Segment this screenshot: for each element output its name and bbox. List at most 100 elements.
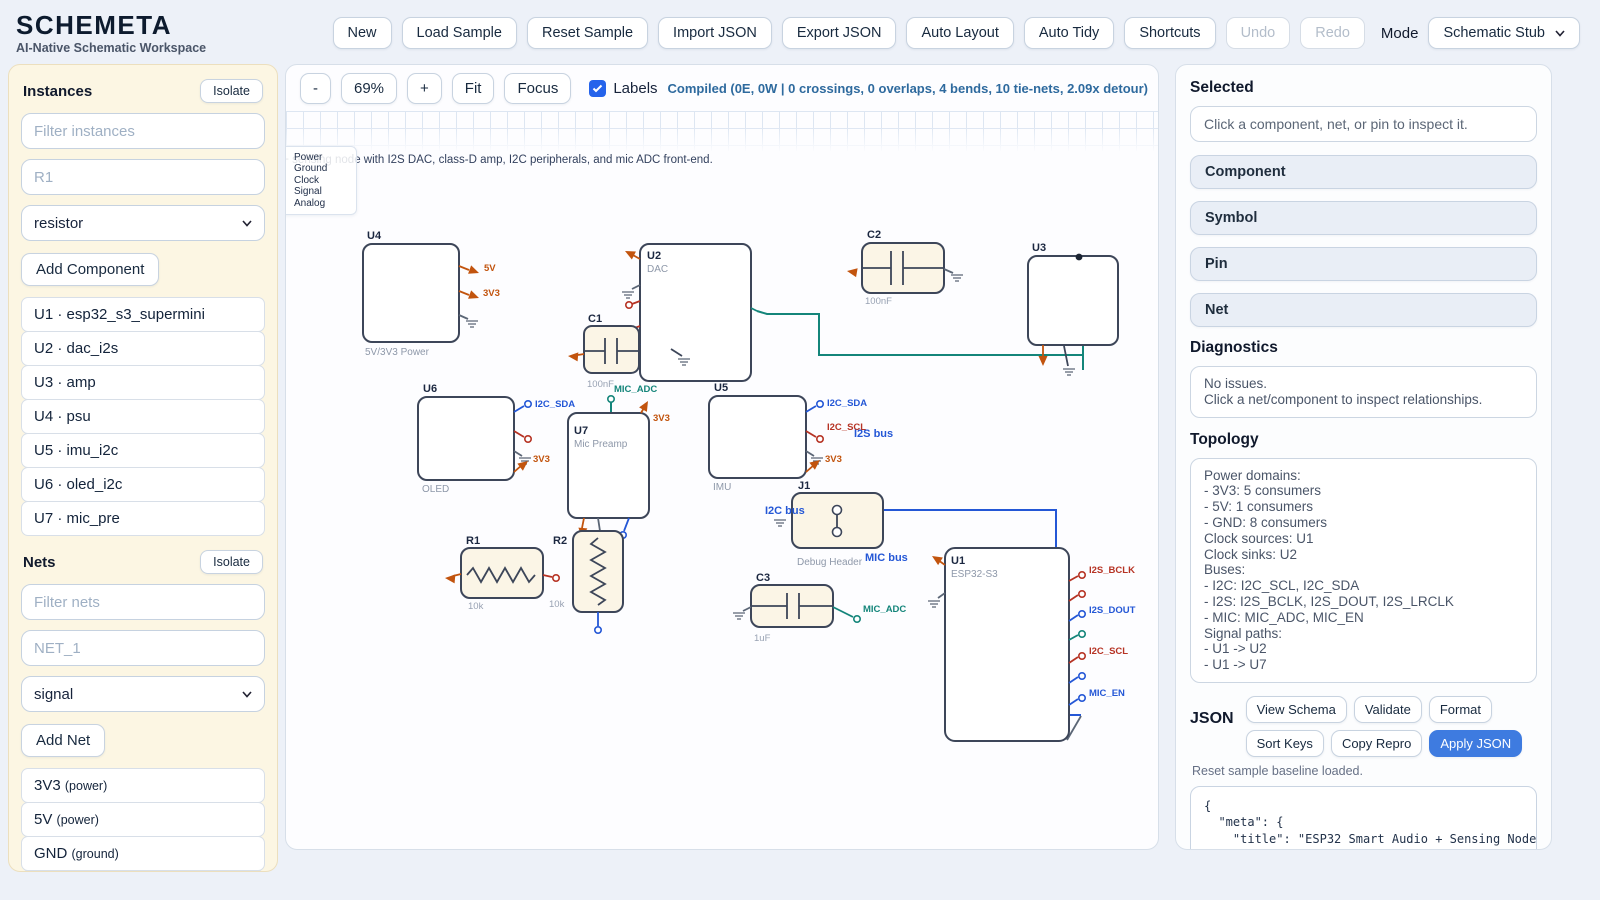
redo-button[interactable]: Redo (1300, 17, 1365, 49)
auto-layout-button[interactable]: Auto Layout (906, 17, 1013, 49)
sort-keys-button[interactable]: Sort Keys (1246, 730, 1324, 757)
zoom-in-button[interactable]: + (407, 73, 442, 104)
accordion-component[interactable]: Component (1190, 155, 1537, 189)
sidebar-right: Selected Click a component, net, or pin … (1175, 64, 1552, 850)
shortcuts-button[interactable]: Shortcuts (1124, 17, 1215, 49)
component-ref-input[interactable] (21, 159, 265, 195)
component-u5[interactable]: U5 IMU I2C_SDA I2C_SCL 3V3 (709, 382, 867, 493)
instance-row-u4[interactable]: U4 · psu (21, 399, 265, 434)
svg-text:U1: U1 (951, 555, 965, 567)
focus-button[interactable]: Focus (504, 73, 571, 104)
component-c3[interactable]: C3 MIC_ADC 1uF (733, 572, 906, 644)
labels-checkbox[interactable] (589, 80, 606, 97)
view-schema-button[interactable]: View Schema (1246, 696, 1347, 723)
accordion-net[interactable]: Net (1190, 293, 1537, 327)
import-json-button[interactable]: Import JSON (658, 17, 772, 49)
zoom-level-button[interactable]: 69% (341, 73, 397, 104)
svg-text:DAC: DAC (647, 264, 668, 275)
net-label-3v3[interactable]: 3V3 (483, 288, 500, 299)
add-component-button[interactable]: Add Component (21, 253, 159, 286)
nets-isolate-button[interactable]: Isolate (200, 550, 263, 574)
nets-filter-input[interactable] (21, 584, 265, 620)
instance-row-u7[interactable]: U7 · mic_pre (21, 501, 265, 536)
bus-label-i2c[interactable]: I2C bus (765, 505, 805, 517)
net-label-mic-en[interactable]: MIC_EN (1089, 688, 1125, 699)
svg-text:5V/3V3 Power: 5V/3V3 Power (365, 347, 430, 358)
undo-button[interactable]: Undo (1226, 17, 1291, 49)
export-json-button[interactable]: Export JSON (782, 17, 897, 49)
svg-text:R1: R1 (466, 535, 480, 547)
net-label-i2s-dout[interactable]: I2S_DOUT (1089, 605, 1136, 616)
compile-status: Compiled (0E, 0W | 0 crossings, 0 overla… (668, 81, 1148, 96)
json-title: JSON (1190, 710, 1234, 728)
component-type-select[interactable]: resistor (21, 205, 265, 241)
instance-row-u1[interactable]: U1 · esp32_s3_supermini (21, 297, 265, 332)
bus-label-i2s[interactable]: I2S bus (854, 428, 893, 440)
json-editor[interactable]: { "meta": { "title": "ESP32 Smart Audio … (1190, 786, 1537, 850)
legend-analog: Analog (294, 198, 350, 209)
net-name-input[interactable] (21, 630, 265, 666)
net-label-i2c-sda[interactable]: I2C_SDA (535, 399, 575, 410)
validate-button[interactable]: Validate (1354, 696, 1422, 723)
add-net-button[interactable]: Add Net (21, 724, 105, 757)
component-u6[interactable]: U6 OLED I2C_SDA 3V3 (418, 383, 575, 495)
component-u1[interactable]: U1 ESP32-S3 I2S_BCLK I2S_DOUT I2C_SCL (928, 548, 1136, 741)
net-label-3v3[interactable]: 3V3 (533, 454, 550, 465)
ground-icon (1063, 369, 1075, 375)
svg-text:U2: U2 (647, 250, 661, 262)
auto-tidy-button[interactable]: Auto Tidy (1024, 17, 1114, 49)
instances-filter-input[interactable] (21, 113, 265, 149)
legend-signal: Signal (294, 186, 350, 197)
instance-row-u2[interactable]: U2 · dac_i2s (21, 331, 265, 366)
instance-row-u5[interactable]: U5 · imu_i2c (21, 433, 265, 468)
reset-sample-button[interactable]: Reset Sample (527, 17, 648, 49)
svg-text:OLED: OLED (422, 484, 449, 495)
component-type-value: resistor (34, 215, 83, 232)
ground-icon (951, 275, 963, 281)
component-u7[interactable]: U7 Mic Preamp 3V3 (568, 399, 670, 540)
instance-row-u3[interactable]: U3 · amp (21, 365, 265, 400)
format-button[interactable]: Format (1429, 696, 1492, 723)
accordion-symbol[interactable]: Symbol (1190, 201, 1537, 235)
net-row-5v[interactable]: 5V (power) (21, 802, 265, 837)
ground-icon (928, 601, 940, 607)
app-subtitle: AI-Native Schematic Workspace (16, 41, 206, 55)
apply-json-button[interactable]: Apply JSON (1429, 730, 1522, 757)
load-sample-button[interactable]: Load Sample (402, 17, 517, 49)
net-label-i2c-sda[interactable]: I2C_SDA (827, 398, 867, 409)
net-label-5v[interactable]: 5V (484, 263, 496, 274)
svg-text:1uF: 1uF (754, 633, 771, 644)
net-label-3v3[interactable]: 3V3 (825, 454, 842, 465)
new-button[interactable]: New (333, 17, 392, 49)
net-row-gnd[interactable]: GND (ground) (21, 836, 265, 871)
net-type-select[interactable]: signal (21, 676, 265, 712)
svg-text:100nF: 100nF (865, 296, 892, 307)
component-u4[interactable]: U4 5V/3V3 Power 5V 3V3 (363, 230, 500, 358)
chevron-down-icon (1555, 30, 1565, 37)
mode-select[interactable]: Schematic Stub (1428, 17, 1580, 49)
pin-mic-adc[interactable] (608, 396, 614, 402)
accordion-pin[interactable]: Pin (1190, 247, 1537, 281)
component-r2[interactable]: R2 10k (549, 531, 623, 633)
net-label-i2s-bclk[interactable]: I2S_BCLK (1089, 565, 1135, 576)
instance-row-u6[interactable]: U6 · oled_i2c (21, 467, 265, 502)
schematic-canvas[interactable]: ESP32 smart audio + sensing node with I2… (285, 64, 1159, 850)
labels-toggle[interactable]: Labels (589, 80, 657, 97)
component-r1[interactable]: R1 10k (445, 535, 560, 612)
zoom-out-button[interactable]: - (300, 73, 331, 104)
net-label-mic-adc[interactable]: MIC_ADC (614, 384, 657, 395)
net-row-i2s-bclk[interactable]: I2S_BCLK (clock) (21, 870, 265, 872)
copy-repro-button[interactable]: Copy Repro (1331, 730, 1422, 757)
bus-label-mic[interactable]: MIC bus (865, 552, 908, 564)
net-label-i2c-scl[interactable]: I2C_SCL (1089, 646, 1128, 657)
fit-button[interactable]: Fit (452, 73, 495, 104)
component-c2[interactable]: C2 100nF (846, 229, 963, 307)
instances-isolate-button[interactable]: Isolate (200, 79, 263, 103)
json-code[interactable]: { "meta": { "title": "ESP32 Smart Audio … (1204, 798, 1523, 850)
net-row-3v3[interactable]: 3V3 (power) (21, 768, 265, 803)
component-u2[interactable]: U2 DAC (622, 244, 757, 381)
app-header: SCHEMETA AI-Native Schematic Workspace N… (0, 0, 1600, 64)
net-label-3v3[interactable]: 3V3 (653, 413, 670, 424)
svg-text:Mic Preamp: Mic Preamp (574, 439, 628, 450)
net-label-mic-adc[interactable]: MIC_ADC (863, 604, 906, 615)
